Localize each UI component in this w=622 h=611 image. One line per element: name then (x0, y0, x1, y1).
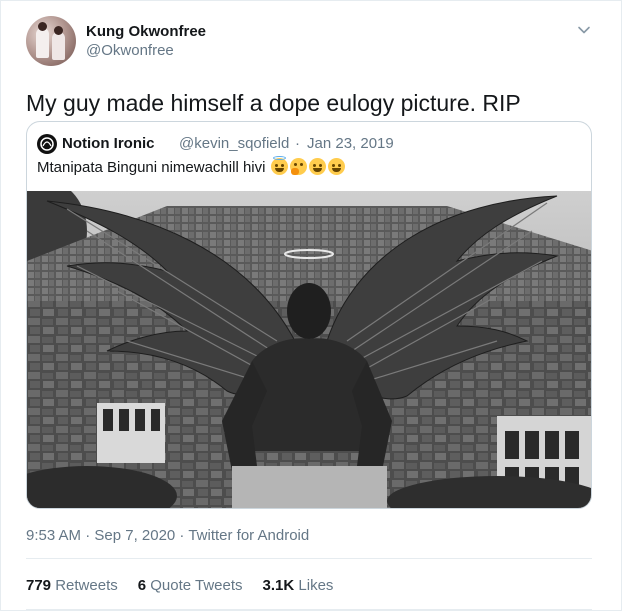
thinking-face-icon (290, 158, 307, 175)
quoted-tweet[interactable]: Notion Ironic @kevin_sqofield · Jan 23, … (26, 121, 592, 509)
quoted-author-display-name: Notion Ironic (62, 135, 155, 152)
quote-tweets-stat[interactable]: 6 Quote Tweets (138, 577, 243, 594)
chevron-down-icon[interactable] (576, 22, 592, 38)
retweets-label: Retweets (55, 577, 118, 594)
emoji-group (271, 156, 345, 176)
grinning-face-icon (309, 158, 326, 175)
quote-tweets-label: Quote Tweets (150, 577, 243, 594)
tweet-card: Kung Okwonfree @Okwonfree My guy made hi… (0, 0, 622, 611)
grinning-face-icon (328, 158, 345, 175)
quoted-author-avatar (37, 134, 57, 154)
author-avatar[interactable] (26, 16, 76, 66)
likes-stat[interactable]: 3.1K Likes (263, 577, 334, 594)
retweets-count: 779 (26, 577, 52, 594)
tweet-stats: 779 Retweets 6 Quote Tweets 3.1K Likes (26, 577, 333, 594)
tweet-text: My guy made himself a dope eulogy pictur… (26, 90, 521, 116)
likes-label: Likes (298, 577, 334, 594)
quoted-tweet-photo[interactable] (27, 191, 591, 508)
quoted-author-handle: @kevin_sqofield (179, 135, 290, 152)
retweets-stat[interactable]: 779 Retweets (26, 577, 118, 594)
tweet-timestamp[interactable]: 9:53 AM · Sep 7, 2020 · Twitter for Andr… (26, 527, 309, 544)
likes-count: 3.1K (262, 577, 295, 594)
author-handle[interactable]: @Okwonfree (86, 42, 174, 59)
quoted-tweet-date: Jan 23, 2019 (307, 135, 394, 152)
quote-tweets-count: 6 (137, 577, 147, 594)
quoted-tweet-text: Mtanipata Binguni nimewachill hivi (37, 159, 266, 176)
separator-dot: · (295, 135, 300, 152)
smiling-face-with-halo-icon (271, 156, 288, 175)
author-display-name[interactable]: Kung Okwonfree (86, 23, 206, 40)
divider (26, 558, 592, 559)
divider (26, 609, 592, 610)
